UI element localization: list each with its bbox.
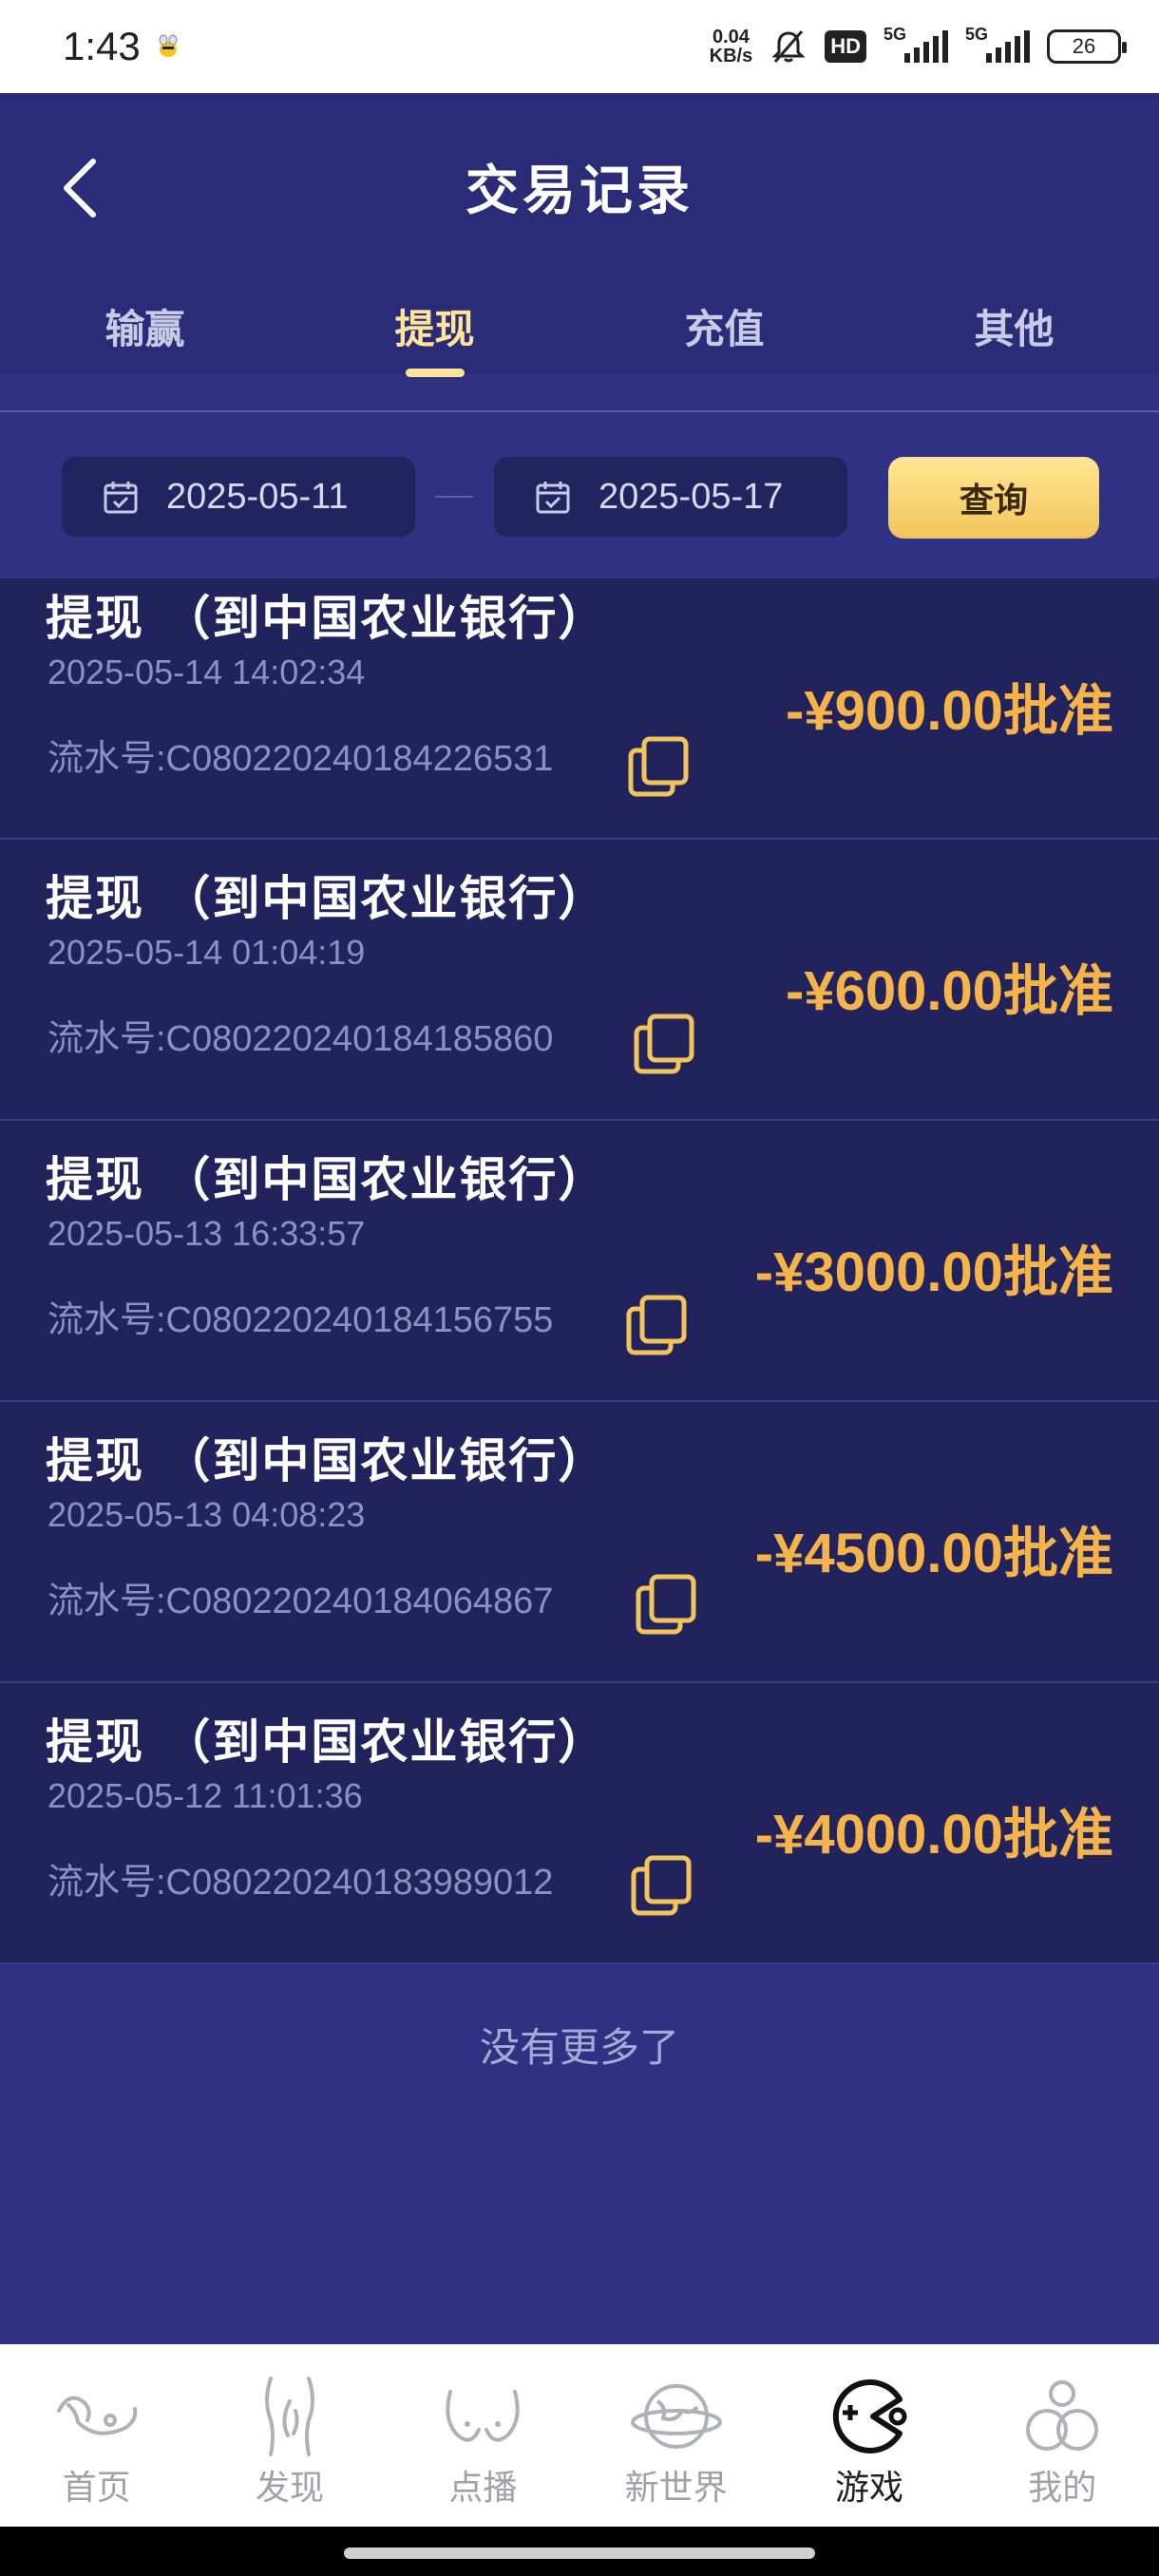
notification-bee-icon [159,34,178,57]
home-gesture-bar[interactable] [344,2548,815,2559]
status-left: 1:43 [63,24,182,69]
hd-badge: HD [825,30,866,63]
transaction-serial: 流水号:C080220240184156755 [48,1300,554,1340]
transaction-title: 提现 （到中国农业银行） [46,1152,608,1207]
transaction-serial: 流水号:C080220240183989012 [48,1863,554,1903]
profile-icon [1026,2380,1099,2451]
tab-withdraw[interactable]: 提现 [290,297,580,375]
transaction-title: 提现 （到中国农业银行） [46,1714,608,1770]
new-world-icon [630,2384,722,2449]
transaction-row: 提现 （到中国农业银行） 2025-05-13 04:08:23 流水号:C08… [0,1402,1159,1683]
transaction-title: 提现 （到中国农业银行） [46,1433,608,1488]
transaction-datetime: 2025-05-13 16:33:57 [48,1214,366,1253]
copy-icon[interactable] [635,1573,701,1639]
transaction-serial: 流水号:C080220240184064867 [48,1582,554,1621]
transaction-serial: 流水号:C080220240184226531 [48,739,554,779]
transaction-row: 提现 （到中国农业银行） 2025-05-12 11:01:36 流水号:C08… [0,1683,1159,1964]
transaction-datetime: 2025-05-13 04:08:23 [48,1495,366,1534]
tab-other[interactable]: 其他 [869,297,1159,375]
battery-level: 26 [1072,34,1096,58]
app-header: 交易记录 输赢 提现 充值 其他 [0,93,1159,374]
nav-item-profile[interactable]: 我的 [966,2344,1159,2527]
tab-win-loss[interactable]: 输赢 [0,297,290,375]
nav-item-vod[interactable]: 点播 [387,2344,580,2527]
net-speed-unit: KB/s [709,46,753,66]
nav-item-new-world[interactable]: 新世界 [580,2344,772,2527]
net-speed-value: 0.04 [712,27,750,47]
nav-label-discover: 发现 [255,2469,324,2508]
nav-label-vod: 点播 [448,2469,518,2508]
transaction-title: 提现 （到中国农业银行） [46,871,608,926]
transaction-amount: -¥4500.00批准 [754,1523,1113,1584]
nav-label-game: 游戏 [834,2469,903,2508]
nav-item-game[interactable]: 游戏 [772,2344,965,2527]
nav-label-profile: 我的 [1028,2469,1097,2508]
transaction-amount: -¥600.00批准 [786,960,1113,1022]
nav-label-new-world: 新世界 [624,2469,728,2508]
status-bar: 1:43 0.04 KB/s HD 5G 5G 26 [0,0,1159,93]
copy-icon[interactable] [625,1294,692,1360]
transaction-row: 提现 （到中国农业银行） 2025-05-14 01:04:19 流水号:C08… [0,840,1159,1121]
end-date-picker[interactable]: 2025-05-17 [494,457,847,537]
transaction-row: 提现 （到中国农业银行） 2025-05-13 16:33:57 流水号:C08… [0,1121,1159,1402]
game-icon [832,2379,907,2453]
vod-icon [446,2390,520,2442]
home-icon [56,2396,137,2435]
copy-icon[interactable] [630,1854,696,1921]
transaction-title: 提现 （到中国农业银行） [46,591,608,646]
net-speed: 0.04 KB/s [710,28,753,66]
transaction-datetime: 2025-05-12 11:01:36 [48,1776,363,1815]
bottom-nav: 首页 发现 点播 新世界 游戏 我的 [0,2344,1159,2527]
sim2-label: 5G [965,25,989,44]
calendar-icon [104,482,138,514]
discover-icon [264,2377,314,2456]
date-range-separator [435,496,473,498]
status-time: 1:43 [63,24,141,68]
date-filter-bar: 2025-05-11 2025-05-17 查询 [0,412,1159,578]
transaction-amount: -¥4000.00批准 [754,1804,1113,1866]
transaction-amount: -¥3000.00批准 [754,1241,1113,1303]
nav-item-home[interactable]: 首页 [0,2344,193,2527]
battery-icon: 26 [1047,29,1127,64]
nav-label-home: 首页 [62,2469,131,2508]
transaction-datetime: 2025-05-14 01:04:19 [48,933,366,972]
copy-icon[interactable] [627,735,694,802]
status-right: 0.04 KB/s HD 5G 5G 26 [710,25,1127,66]
transaction-serial: 流水号:C080220240184185860 [48,1019,554,1059]
start-date-picker[interactable]: 2025-05-11 [62,457,415,537]
signal-sim1-icon: 5G [884,25,948,63]
bell-muted-icon [771,30,806,63]
tab-bar: 输赢 提现 充值 其他 [0,297,1159,375]
end-date-value: 2025-05-17 [598,476,784,517]
sim1-label: 5G [884,25,907,44]
calendar-icon [536,482,570,514]
signal-sim2-icon: 5G [965,25,1030,63]
transaction-row: 提现 （到中国农业银行） 2025-05-14 14:02:34 流水号:C08… [0,578,1159,840]
copy-icon[interactable] [633,1013,699,1079]
page-title: 交易记录 [466,161,694,222]
transaction-list: 提现 （到中国农业银行） 2025-05-14 14:02:34 流水号:C08… [0,578,1159,1964]
query-button[interactable]: 查询 [888,457,1099,539]
nav-item-discover[interactable]: 发现 [193,2344,386,2527]
tab-deposit[interactable]: 充值 [580,297,869,375]
no-more-text: 没有更多了 [479,2024,679,2071]
transaction-amount: -¥900.00批准 [786,680,1113,742]
transaction-datetime: 2025-05-14 14:02:34 [48,653,366,691]
start-date-value: 2025-05-11 [166,476,349,517]
